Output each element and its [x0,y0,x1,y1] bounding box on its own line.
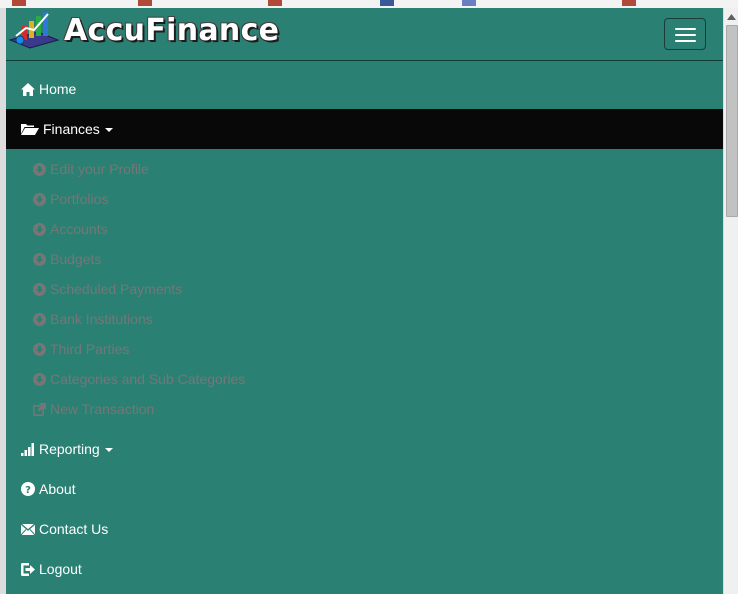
logout-icon [21,562,35,576]
circle-arrow-down-icon [32,222,46,236]
submenu-item-label: Third Parties [50,341,130,357]
navbar: AccuFinance [6,8,723,61]
navbar-toggle-button[interactable] [664,18,706,50]
folder-open-icon [21,122,39,136]
submenu-item-scheduled-payments[interactable]: Scheduled Payments [6,274,723,304]
submenu-item-new-transaction[interactable]: New Transaction [6,394,723,424]
submenu-item-label: Budgets [50,251,102,267]
menu-item-contact[interactable]: Contact Us [6,509,723,549]
submenu-item-label: Bank Institutions [50,311,153,327]
hamburger-menu-icon [675,28,696,30]
main-menu: Home Finances Edit your Profile Portfoli… [6,69,723,589]
submenu-item-label: Categories and Sub Categories [50,371,246,387]
caret-down-icon [104,128,113,132]
submenu-item-label: Portfolios [50,191,109,207]
menu-item-label: About [39,481,76,497]
circle-arrow-down-icon [32,282,46,296]
menu-item-label: Home [39,81,77,97]
circle-arrow-down-icon [32,372,46,386]
vertical-scrollbar[interactable] [723,8,738,594]
chart-logo-icon [8,10,60,50]
submenu-item-portfolios[interactable]: Portfolios [6,184,723,214]
circle-arrow-down-icon [32,162,46,176]
svg-text:?: ? [25,485,31,496]
circle-arrow-down-icon [32,342,46,356]
circle-arrow-down-icon [32,252,46,266]
scroll-up-arrow-icon[interactable] [724,8,738,25]
circle-arrow-down-icon [32,312,46,326]
submenu-item-third-parties[interactable]: Third Parties [6,334,723,364]
caret-down-icon [104,448,113,452]
hamburger-menu-icon [675,34,696,36]
submenu-item-label: Scheduled Payments [50,281,183,297]
tab-favicon [12,0,26,6]
menu-item-label: Logout [39,561,82,577]
brand-link[interactable]: AccuFinance [8,8,279,52]
menu-item-logout[interactable]: Logout [6,549,723,589]
submenu-item-label: Accounts [50,221,108,237]
tab-favicon [462,0,476,6]
tab-favicon [380,0,394,6]
envelope-icon [21,522,35,536]
submenu-item-edit-profile[interactable]: Edit your Profile [6,154,723,184]
submenu-item-budgets[interactable]: Budgets [6,244,723,274]
home-icon [21,82,35,96]
menu-item-label: Finances [43,121,100,137]
signal-bars-icon [21,442,35,456]
brand-name: AccuFinance [64,12,280,48]
menu-item-home[interactable]: Home [6,69,723,109]
tab-favicon [268,0,282,6]
finances-submenu: Edit your Profile Portfolios Accounts Bu… [6,154,723,424]
menu-item-label: Contact Us [39,521,109,537]
question-circle-icon: ? [21,482,35,496]
hamburger-menu-icon [675,40,696,42]
submenu-item-bank-institutions[interactable]: Bank Institutions [6,304,723,334]
tab-favicon [622,0,636,6]
submenu-item-label: Edit your Profile [50,161,149,177]
submenu-item-label: New Transaction [50,401,155,417]
tab-favicon [138,0,152,6]
external-link-icon [32,402,46,416]
submenu-item-categories[interactable]: Categories and Sub Categories [6,364,723,394]
page-viewport: AccuFinance Home Finances Edit your Prof [6,8,723,594]
submenu-item-accounts[interactable]: Accounts [6,214,723,244]
menu-item-finances[interactable]: Finances [6,109,723,149]
menu-item-label: Reporting [39,441,100,457]
menu-item-about[interactable]: ? About [6,469,723,509]
circle-arrow-down-icon [32,192,46,206]
scrollbar-thumb[interactable] [726,25,738,217]
menu-item-reporting[interactable]: Reporting [6,429,723,469]
